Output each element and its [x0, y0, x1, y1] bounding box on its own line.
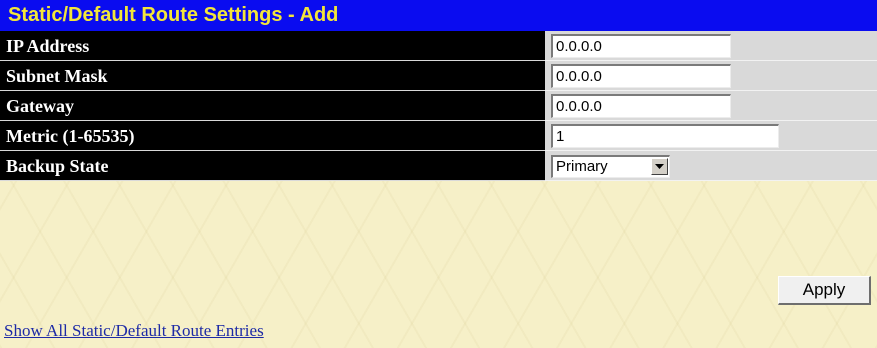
subnet-mask-input[interactable] — [551, 64, 731, 88]
backup-state-value: Primary — [556, 158, 608, 175]
show-all-routes-link[interactable]: Show All Static/Default Route Entries — [4, 321, 264, 341]
subnet-mask-label: Subnet Mask — [0, 61, 545, 91]
chevron-down-icon — [655, 164, 664, 169]
ip-address-row: IP Address — [0, 31, 877, 61]
page-title: Static/Default Route Settings - Add — [0, 0, 877, 31]
gateway-label: Gateway — [0, 91, 545, 121]
subnet-mask-cell — [545, 61, 877, 91]
metric-cell — [545, 121, 877, 151]
ip-address-input[interactable] — [551, 34, 731, 58]
ip-address-cell — [545, 31, 877, 61]
metric-input[interactable] — [551, 124, 779, 148]
gateway-input[interactable] — [551, 94, 731, 118]
gateway-cell — [545, 91, 877, 121]
backup-state-cell: Primary — [545, 151, 877, 181]
backup-state-select[interactable]: Primary — [551, 155, 670, 178]
metric-row: Metric (1-65535) — [0, 121, 877, 151]
subnet-mask-row: Subnet Mask — [0, 61, 877, 91]
ip-address-label: IP Address — [0, 31, 545, 61]
gateway-row: Gateway — [0, 91, 877, 121]
backup-state-label: Backup State — [0, 151, 545, 181]
backup-state-row: Backup State Primary — [0, 151, 877, 181]
dropdown-button[interactable] — [651, 158, 668, 175]
metric-label: Metric (1-65535) — [0, 121, 545, 151]
apply-button[interactable]: Apply — [778, 276, 871, 305]
